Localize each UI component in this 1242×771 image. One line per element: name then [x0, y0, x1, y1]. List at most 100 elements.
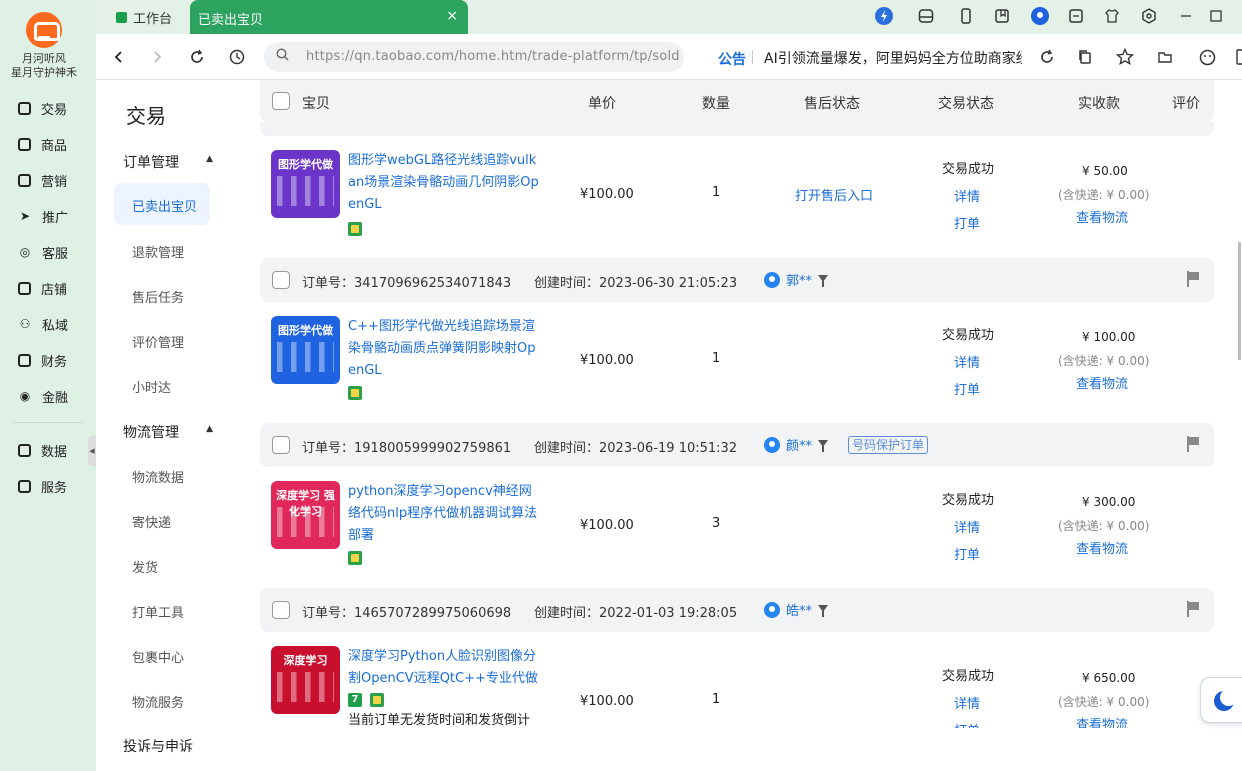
shop-name-line1[interactable]: 月河听风 — [0, 52, 88, 66]
page-scrollbar[interactable] — [1238, 242, 1241, 360]
notice-text[interactable]: AI引领流量爆发，阿里妈妈全方位助商家经营 — [764, 48, 1022, 68]
print-link[interactable]: 打单 — [954, 544, 980, 563]
track-logistics-link[interactable]: 查看物流 — [1076, 538, 1128, 557]
maximize-icon[interactable] — [1206, 6, 1226, 26]
rail-item-finance[interactable]: 财务 — [18, 349, 67, 371]
print-link[interactable]: 打单 — [954, 720, 980, 728]
service-badge-icon[interactable] — [348, 386, 362, 400]
product-thumbnail[interactable]: 图形学代做 — [271, 150, 340, 218]
sidebar-item-print-tool[interactable]: 打单工具 — [132, 602, 184, 621]
product-title[interactable]: C++图形学代做光线追踪场景渲染骨骼动画质点弹簧阴影映射OpenGL — [348, 316, 540, 382]
product-thumbnail[interactable]: 图形学代做 — [271, 316, 340, 384]
track-logistics-link[interactable]: 查看物流 — [1076, 207, 1128, 226]
minimize-icon[interactable] — [1176, 6, 1196, 26]
shop-name-line2[interactable]: 星月守护神禾 — [0, 66, 88, 80]
group-order-management[interactable]: 订单管理 ▲ — [123, 152, 213, 172]
order-checkbox[interactable] — [272, 271, 290, 289]
sidebar-item-sold-items[interactable]: 已卖出宝贝 — [114, 183, 210, 225]
folder-icon[interactable] — [1154, 46, 1176, 68]
flag-icon[interactable] — [1186, 601, 1200, 617]
order-checkbox[interactable] — [272, 436, 290, 454]
product-thumbnail[interactable]: 深度学习 — [271, 646, 340, 714]
workbench-panel-icon[interactable] — [916, 6, 936, 26]
flag-icon[interactable] — [1186, 436, 1200, 452]
print-link[interactable]: 打单 — [954, 213, 980, 232]
bookmark-icon[interactable] — [992, 6, 1012, 26]
order-number[interactable]: 订单号：1918005999902759861 — [302, 437, 511, 456]
group-complaints[interactable]: 投诉与申诉 — [123, 736, 213, 756]
rail-item-goods[interactable]: 商品 — [18, 133, 67, 155]
buyer[interactable]: 郭** — [764, 270, 812, 289]
history-icon[interactable] — [226, 46, 248, 68]
product-title[interactable]: 深度学习Python人脸识别图像分割OpenCV远程QtC++专业代做其他 — [348, 646, 540, 690]
detail-link[interactable]: 详情 — [954, 693, 980, 712]
detail-link[interactable]: 详情 — [954, 517, 980, 536]
sidebar-item-ship[interactable]: 发货 — [132, 557, 158, 576]
rail-item-promote[interactable]: ➤ 推广 — [18, 205, 68, 227]
order-number[interactable]: 订单号：3417096962534071843 — [302, 272, 511, 291]
order-number[interactable]: 订单号：1465707289975060698 — [302, 602, 511, 621]
sidebar-item-reviews[interactable]: 评价管理 — [132, 332, 184, 351]
track-logistics-link[interactable]: 查看物流 — [1076, 714, 1128, 728]
service-badge-icon[interactable] — [370, 693, 384, 707]
filter-icon[interactable] — [818, 605, 828, 617]
sidebar-item-hourly[interactable]: 小时达 — [132, 377, 171, 396]
order-checkbox[interactable] — [272, 601, 290, 619]
rail-item-data[interactable]: 数据 — [18, 439, 67, 461]
settings-icon[interactable] — [1139, 6, 1159, 26]
product-title[interactable]: python深度学习opencv神经网络代码nlp程序代做机器调试算法部署 — [348, 481, 540, 547]
buyer[interactable]: 颜** — [764, 435, 812, 454]
tab-sold-items[interactable]: 已卖出宝贝 × — [190, 0, 468, 34]
detail-link[interactable]: 详情 — [954, 186, 980, 205]
reload-alt-icon[interactable] — [1036, 46, 1058, 68]
after-sale-link[interactable]: 打开售后入口 — [795, 185, 873, 204]
group-logistics[interactable]: 物流管理 ▲ — [123, 422, 213, 442]
product-thumbnail[interactable]: 深度学习 强化学习 — [271, 481, 340, 549]
favorite-icon[interactable] — [1114, 46, 1136, 68]
sidebar-item-logistics-service[interactable]: 物流服务 — [132, 692, 184, 711]
address-bar[interactable]: https://qn.taobao.com/home.htm/trade-pla… — [264, 42, 684, 72]
sidebar-item-after-sale-tasks[interactable]: 售后任务 — [132, 287, 184, 306]
product-title[interactable]: 图形学webGL路径光线追踪vulkan场景渲染骨骼动画几何阴影OpenGL — [348, 150, 540, 216]
rail-item-private[interactable]: ⚇ 私域 — [18, 313, 68, 335]
more-icon[interactable] — [1230, 46, 1242, 68]
rail-item-services[interactable]: 服务 — [18, 475, 67, 497]
tab-workbench[interactable]: 工作台 — [116, 8, 172, 27]
print-link[interactable]: 打单 — [954, 379, 980, 398]
rail-item-trade[interactable]: 交易 — [18, 97, 67, 119]
filter-icon[interactable] — [818, 275, 828, 287]
service-badge-icon[interactable] — [348, 222, 362, 236]
sidebar-item-send-express[interactable]: 寄快递 — [132, 512, 171, 531]
shirt-icon[interactable] — [1102, 6, 1122, 26]
night-mode-button[interactable] — [1200, 677, 1242, 723]
sidebar-item-logistics-data[interactable]: 物流数据 — [132, 467, 184, 486]
select-all-checkbox[interactable] — [272, 92, 290, 110]
tab-close-icon[interactable]: × — [446, 8, 458, 24]
notice-label[interactable]: 公告 — [718, 49, 746, 69]
feedback-icon[interactable] — [1196, 46, 1218, 68]
sidebar-item-package-center[interactable]: 包裹中心 — [132, 647, 184, 666]
copy-icon[interactable] — [1074, 46, 1096, 68]
mobile-icon[interactable] — [956, 6, 976, 26]
collapse-sidebar-icon[interactable]: ◀ — [88, 436, 96, 466]
avatar-icon[interactable] — [1030, 6, 1050, 26]
rail-item-service[interactable]: ◎ 客服 — [18, 241, 68, 263]
qianniu-logo-icon[interactable] — [26, 12, 62, 48]
flag-icon[interactable] — [1186, 271, 1200, 287]
edit-icon[interactable] — [1066, 6, 1086, 26]
filter-icon[interactable] — [818, 440, 828, 452]
detail-link[interactable]: 详情 — [954, 352, 980, 371]
rail-item-money[interactable]: ◉ 金融 — [18, 385, 68, 407]
rail-item-store[interactable]: 店铺 — [18, 277, 67, 299]
sidebar-item-refund[interactable]: 退款管理 — [132, 242, 184, 261]
seven-day-return-badge-icon[interactable]: 7 — [348, 693, 362, 707]
buyer[interactable]: 皓** — [764, 600, 812, 619]
back-icon[interactable] — [108, 46, 130, 68]
lightning-icon[interactable] — [874, 6, 894, 26]
refresh-icon[interactable] — [186, 46, 208, 68]
rail-item-marketing[interactable]: 营销 — [18, 169, 67, 191]
service-badge-icon[interactable] — [348, 551, 362, 565]
forward-icon[interactable] — [146, 46, 168, 68]
order-number-label: 订单号： — [302, 441, 355, 456]
track-logistics-link[interactable]: 查看物流 — [1076, 373, 1128, 392]
